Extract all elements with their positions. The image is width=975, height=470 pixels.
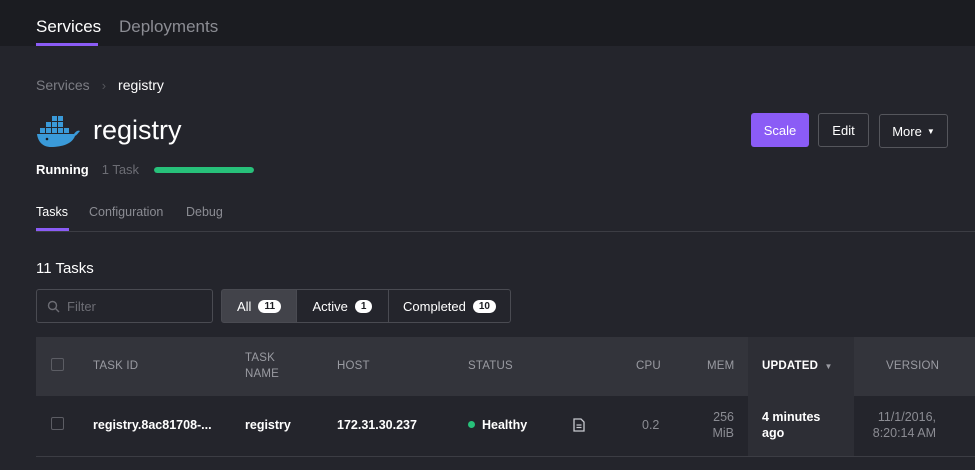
more-menu-button[interactable]: More ▼ [879, 114, 948, 148]
mem-cell-value: 256 [713, 410, 734, 424]
segment-completed-label: Completed [403, 298, 466, 314]
select-all-checkbox[interactable] [51, 358, 64, 371]
host-cell: 172.31.30.237 [337, 418, 417, 432]
divider [36, 231, 975, 232]
filter-input[interactable] [67, 298, 207, 314]
healthy-dot-icon [468, 421, 475, 428]
column-version[interactable]: VERSION [886, 360, 939, 372]
breadcrumb-services-link[interactable]: Services [36, 77, 90, 93]
more-label: More [892, 123, 922, 139]
segment-active-count: 1 [354, 299, 373, 313]
column-status[interactable]: STATUS [468, 360, 513, 372]
tab-services[interactable]: Services [36, 17, 101, 37]
column-host[interactable]: HOST [337, 360, 370, 372]
segment-all[interactable]: All 11 [221, 289, 297, 323]
column-updated-label: UPDATED [762, 360, 819, 372]
task-id-cell[interactable]: registry.8ac81708-... [93, 418, 212, 432]
column-task-id[interactable]: TASK ID [93, 360, 138, 372]
health-progress-bar [154, 166, 255, 173]
docker-whale-icon [37, 116, 80, 147]
task-name-cell: registry [245, 418, 291, 432]
segment-active[interactable]: Active 1 [296, 289, 389, 323]
segment-completed-count: 10 [472, 299, 496, 313]
active-tab-indicator [36, 43, 98, 46]
version-cell-line1: 11/1/2016, [877, 410, 936, 424]
segment-active-label: Active [312, 298, 348, 314]
status-cell: Healthy [468, 418, 527, 432]
tab-debug[interactable]: Debug [186, 205, 223, 219]
chevron-right-icon: › [101, 77, 107, 93]
segment-completed[interactable]: Completed 10 [388, 289, 511, 323]
column-updated[interactable]: UPDATED ▼ [762, 360, 833, 372]
version-cell-line2: 8:20:14 AM [872, 426, 936, 440]
table-row[interactable]: registry.8ac81708-... registry 172.31.30… [36, 396, 975, 456]
status-label: Running [36, 162, 89, 177]
service-status: Running 1 Task [36, 162, 255, 177]
scale-button[interactable]: Scale [751, 113, 809, 147]
status-text: Healthy [482, 418, 528, 432]
task-count: 1 Task [101, 162, 140, 177]
updated-cell-line2: ago [762, 426, 785, 440]
column-task-name-line1[interactable]: TASK [245, 352, 275, 364]
page-title: registry [93, 115, 182, 145]
tab-tasks[interactable]: Tasks [36, 205, 68, 219]
segment-all-label: All [236, 298, 252, 314]
row-checkbox[interactable] [51, 417, 64, 430]
cpu-cell: 0.2 [642, 418, 660, 432]
edit-button[interactable]: Edit [818, 113, 869, 147]
column-task-name-line2[interactable]: NAME [245, 368, 279, 380]
segment-all-count: 11 [258, 299, 282, 313]
breadcrumb-current: registry [118, 77, 164, 93]
caret-down-icon: ▼ [926, 126, 935, 136]
top-navigation: Services Deployments [0, 0, 975, 46]
column-cpu[interactable]: CPU [636, 360, 661, 372]
tasks-heading: 11 Tasks [36, 260, 94, 277]
column-mem[interactable]: MEM [707, 360, 734, 372]
tab-configuration[interactable]: Configuration [89, 205, 163, 219]
breadcrumb: Services › registry [36, 77, 164, 93]
tab-deployments[interactable]: Deployments [119, 17, 218, 37]
row-divider [36, 456, 975, 457]
updated-cell-line1: 4 minutes [762, 410, 821, 424]
search-icon [47, 300, 60, 312]
filter-field[interactable] [36, 289, 213, 323]
mem-cell-unit: MiB [712, 426, 734, 440]
sort-desc-icon: ▼ [824, 362, 833, 371]
logs-document-icon[interactable] [573, 418, 585, 432]
health-progress-fill [154, 166, 255, 173]
